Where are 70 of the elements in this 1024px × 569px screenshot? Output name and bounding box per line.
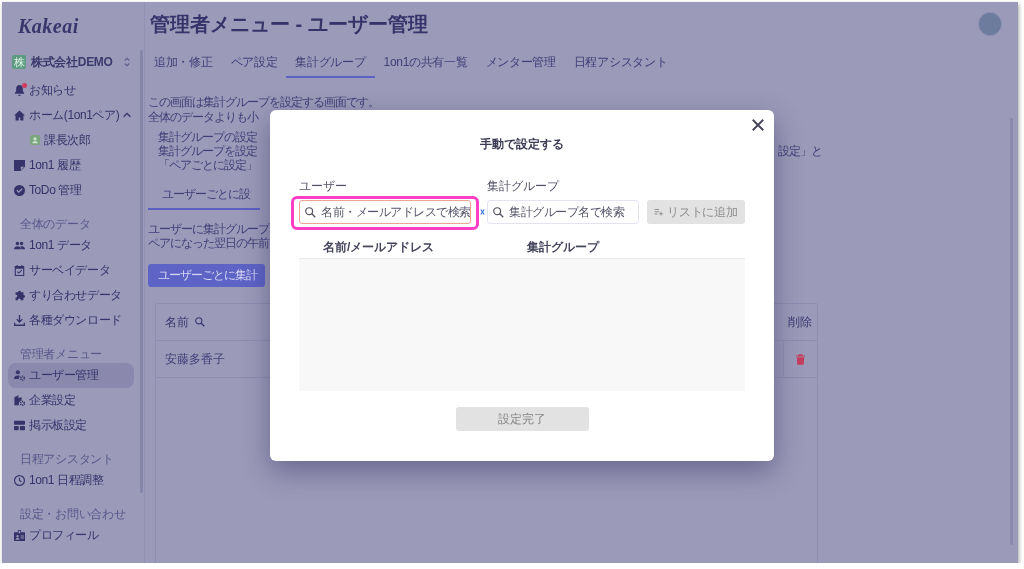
column-header: 名前 <box>165 313 189 331</box>
sidebar-item[interactable]: プロフィール <box>8 522 134 548</box>
tab[interactable]: 1on1の共有一覧 <box>374 46 477 78</box>
logo: Kakeai <box>18 14 79 38</box>
table-cell: 安藤多香子 <box>165 350 225 368</box>
building-gear-icon <box>14 394 25 406</box>
sidebar-item[interactable]: 1on1 履歴 <box>8 152 134 178</box>
column-header: 集計グループ <box>527 238 599 256</box>
user-avatar-icon <box>30 135 40 145</box>
column-header: 削除 <box>788 313 812 331</box>
tab[interactable]: 日程アシスタント <box>564 46 677 78</box>
page-title: 管理者メニュー - ユーザー管理 <box>150 12 428 36</box>
clock-icon <box>14 474 25 486</box>
dialog-title: 手動で設定する <box>480 136 564 152</box>
field-label: 集計グループ <box>487 178 559 194</box>
user-gear-icon <box>14 369 25 381</box>
note-text: 設定」と <box>778 144 822 158</box>
puzzle-icon <box>14 289 25 301</box>
updown-icon[interactable] <box>124 57 130 67</box>
sidebar-item[interactable]: 企業設定 <box>8 387 134 413</box>
bell-icon <box>14 84 25 96</box>
paragraph-text: ペアになった翌日の午前 <box>148 236 269 250</box>
tab[interactable]: ペア設定 <box>221 46 287 78</box>
caret-icon[interactable] <box>123 112 132 118</box>
sidebar-item[interactable]: 1on1 データ <box>8 232 134 258</box>
trash-icon <box>796 353 805 365</box>
sidebar-item[interactable]: 掲示板設定 <box>8 412 134 438</box>
sidebar-item[interactable]: ホーム(1on1ペア) <box>8 102 134 128</box>
note-text: 集計グループを設定 <box>158 144 257 158</box>
sidebar-item[interactable]: すり合わせデータ <box>8 282 134 308</box>
people-icon <box>14 239 25 251</box>
search-field[interactable]: 名前・メールアドレスで検索 <box>299 200 471 224</box>
tab[interactable]: 集計グループ <box>286 46 375 78</box>
close-icon <box>752 119 764 131</box>
company-badge: 株 <box>12 55 26 69</box>
avatar[interactable] <box>978 12 1002 36</box>
section-heading: 管理者メニュー <box>20 345 102 363</box>
note-icon <box>14 159 25 171</box>
id-badge-icon <box>14 529 25 541</box>
cross-icon <box>480 208 485 216</box>
sidebar-item[interactable]: 各種ダウンロード <box>8 307 134 333</box>
sidebar-item[interactable]: サーベイデータ <box>8 257 134 283</box>
paragraph-text: ユーザーに集計グループ <box>148 222 269 236</box>
download-icon <box>14 314 25 326</box>
playlist-add-icon <box>654 208 664 216</box>
sidebar-item[interactable]: 課長次郎 <box>8 127 134 153</box>
company-name[interactable]: 株式会社DEMO <box>31 53 119 71</box>
column-header: 名前/メールアドレス <box>323 238 435 256</box>
set-groups-button[interactable]: ユーザーごとに集計 <box>148 264 265 287</box>
search-icon <box>493 206 504 218</box>
sidebar-item[interactable]: ユーザー管理 <box>8 362 134 388</box>
layout-icon <box>14 419 25 431</box>
field-label: ユーザー <box>299 178 347 194</box>
sidebar-item[interactable]: お知らせ <box>8 77 134 103</box>
paragraph-text: 全体のデータよりも小 <box>148 110 258 124</box>
tab[interactable]: メンター管理 <box>476 46 565 78</box>
calendar-check-icon <box>14 264 25 276</box>
note-text: 集計グループの設定 <box>158 130 257 144</box>
sidebar-item[interactable]: ToDo 管理 <box>8 177 134 203</box>
section-heading: 設定・お問い合わせ <box>20 505 126 523</box>
home-icon <box>14 109 25 121</box>
sidebar-item[interactable]: 1on1 日程調整 <box>8 467 134 493</box>
search-icon[interactable] <box>195 317 205 327</box>
tab[interactable]: ユーザーごとに設 <box>148 181 260 210</box>
note-text: 「ペアごとに設定」 <box>158 158 257 172</box>
search-icon <box>305 206 316 218</box>
tab[interactable]: 追加・修正 <box>145 46 222 78</box>
delete-button[interactable] <box>796 353 805 365</box>
paragraph-text: この画面は集計グループを設定する画面です。 <box>148 95 379 109</box>
close-button[interactable] <box>752 119 764 131</box>
